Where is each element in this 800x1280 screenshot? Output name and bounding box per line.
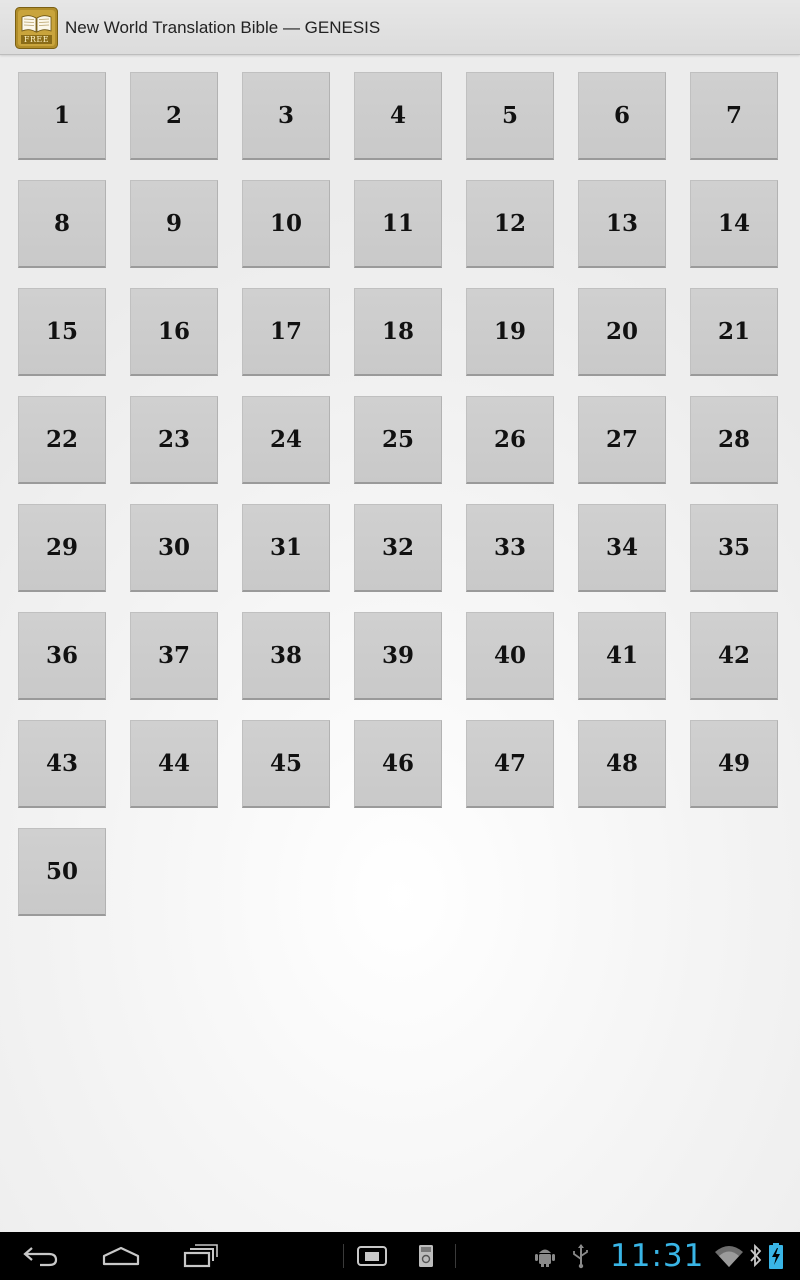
nav-divider <box>343 1244 344 1268</box>
chapter-button-29[interactable]: 29 <box>18 504 106 592</box>
chapter-button-3[interactable]: 3 <box>242 72 330 160</box>
wifi-icon <box>715 1246 743 1267</box>
chapter-button-12[interactable]: 12 <box>466 180 554 268</box>
chapter-button-32[interactable]: 32 <box>354 504 442 592</box>
chapter-button-13[interactable]: 13 <box>578 180 666 268</box>
chapter-button-21[interactable]: 21 <box>690 288 778 376</box>
chapter-button-16[interactable]: 16 <box>130 288 218 376</box>
chapter-button-9[interactable]: 9 <box>130 180 218 268</box>
home-icon[interactable] <box>101 1245 141 1267</box>
status-clock: 11:31 <box>610 1238 705 1274</box>
chapter-button-10[interactable]: 10 <box>242 180 330 268</box>
chapter-button-43[interactable]: 43 <box>18 720 106 808</box>
chapter-button-42[interactable]: 42 <box>690 612 778 700</box>
chapter-button-19[interactable]: 19 <box>466 288 554 376</box>
chapter-grid: 1 2 3 4 5 6 7 8 9 10 11 12 13 14 15 16 17 18 19 20 21 22 23 24 2… <box>0 0 800 1232</box>
chapter-button-20[interactable]: 20 <box>578 288 666 376</box>
chapter-button-50[interactable]: 50 <box>18 828 106 916</box>
chapter-button-33[interactable]: 33 <box>466 504 554 592</box>
chapter-button-45[interactable]: 45 <box>242 720 330 808</box>
chapter-button-46[interactable]: 46 <box>354 720 442 808</box>
chapter-button-36[interactable]: 36 <box>18 612 106 700</box>
chapter-button-17[interactable]: 17 <box>242 288 330 376</box>
android-debug-icon <box>535 1249 555 1267</box>
back-icon[interactable] <box>22 1244 60 1268</box>
chapter-button-37[interactable]: 37 <box>130 612 218 700</box>
battery-icon <box>769 1243 783 1269</box>
chapter-button-6[interactable]: 6 <box>578 72 666 160</box>
chapter-button-4[interactable]: 4 <box>354 72 442 160</box>
chapter-button-2[interactable]: 2 <box>130 72 218 160</box>
chapter-button-41[interactable]: 41 <box>578 612 666 700</box>
sd-card-icon <box>419 1245 433 1267</box>
chapter-button-47[interactable]: 47 <box>466 720 554 808</box>
chapter-button-15[interactable]: 15 <box>18 288 106 376</box>
chapter-button-26[interactable]: 26 <box>466 396 554 484</box>
chapter-button-28[interactable]: 28 <box>690 396 778 484</box>
chapter-button-30[interactable]: 30 <box>130 504 218 592</box>
chapter-button-14[interactable]: 14 <box>690 180 778 268</box>
screenshot-icon[interactable] <box>356 1244 388 1268</box>
chapter-button-34[interactable]: 34 <box>578 504 666 592</box>
chapter-button-1[interactable]: 1 <box>18 72 106 160</box>
chapter-button-27[interactable]: 27 <box>578 396 666 484</box>
bluetooth-icon <box>750 1243 762 1268</box>
chapter-button-24[interactable]: 24 <box>242 396 330 484</box>
chapter-button-38[interactable]: 38 <box>242 612 330 700</box>
recent-apps-icon[interactable] <box>182 1243 220 1269</box>
nav-divider <box>455 1244 456 1268</box>
chapter-button-49[interactable]: 49 <box>690 720 778 808</box>
chapter-button-40[interactable]: 40 <box>466 612 554 700</box>
chapter-button-5[interactable]: 5 <box>466 72 554 160</box>
chapter-button-48[interactable]: 48 <box>578 720 666 808</box>
chapter-button-18[interactable]: 18 <box>354 288 442 376</box>
chapter-button-11[interactable]: 11 <box>354 180 442 268</box>
chapter-button-39[interactable]: 39 <box>354 612 442 700</box>
usb-icon <box>573 1244 588 1269</box>
chapter-button-35[interactable]: 35 <box>690 504 778 592</box>
chapter-button-44[interactable]: 44 <box>130 720 218 808</box>
chapter-button-8[interactable]: 8 <box>18 180 106 268</box>
chapter-button-31[interactable]: 31 <box>242 504 330 592</box>
chapter-button-23[interactable]: 23 <box>130 396 218 484</box>
chapter-button-7[interactable]: 7 <box>690 72 778 160</box>
chapter-button-25[interactable]: 25 <box>354 396 442 484</box>
chapter-button-22[interactable]: 22 <box>18 396 106 484</box>
